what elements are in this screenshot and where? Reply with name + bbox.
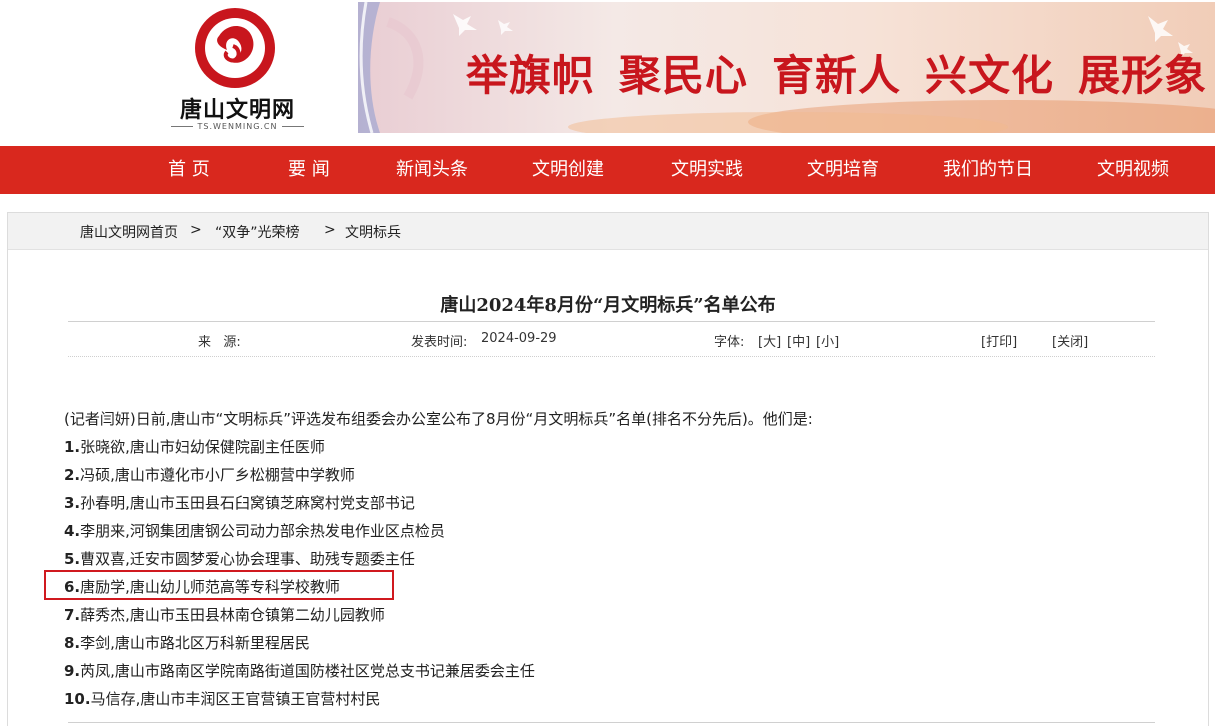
list-number: 1. [64,438,81,456]
list-number: 4. [64,522,81,540]
publish-label: 发表时间: [411,335,468,350]
breadcrumb-honor-roll-link[interactable]: “双争”光荣榜 [215,222,300,242]
nav-item-civilization-cultivation[interactable]: 文明培育 [807,146,879,194]
site-logo[interactable]: 唐山文明网 TS.WENMING.CN [165,6,310,136]
list-item: 1.张晓欲,唐山市妇幼保健院副主任医师 [64,433,1164,461]
article-intro: (记者闫妍)日前,唐山市“文明标兵”评选发布组委会办公室公布了8月份“月文明标兵… [64,410,813,428]
slogan-part: 兴文化 [925,51,1055,100]
list-item: 8.李剑,唐山市路北区万科新里程居民 [64,629,1164,657]
close-button[interactable]: [关闭] [1052,331,1088,350]
source-label: 来 源: [198,335,241,350]
nav-item-videos[interactable]: 文明视频 [1097,146,1169,194]
divider [68,321,1155,322]
main-nav: 首 页 要 闻 新闻头条 文明创建 文明实践 文明培育 我们的节日 文明视频 [0,146,1215,194]
list-number: 7. [64,606,81,624]
slogan-part: 展形象 [1078,51,1208,100]
list-item: 7.薛秀杰,唐山市玉田县林南仓镇第二幼儿园教师 [64,601,1164,629]
nav-item-headlines[interactable]: 新闻头条 [396,146,468,194]
article-container: 唐山文明网首页 > “双争”光荣榜 > 文明标兵 唐山2024年8月份“月文明标… [7,212,1209,726]
list-text: 冯硕,唐山市遵化市小厂乡松棚营中学教师 [80,466,355,484]
site-header: 唐山文明网 TS.WENMING.CN 举旗帜 聚民心 育新人 兴文化 展形象 [0,0,1215,146]
article-title: 唐山2024年8月份“月文明标兵”名单公布 [440,295,776,316]
list-text: 薛秀杰,唐山市玉田县林南仓镇第二幼儿园教师 [80,606,385,624]
list-text: 马信存,唐山市丰润区王官营镇王官营村村民 [90,690,381,708]
list-text: 李剑,唐山市路北区万科新里程居民 [80,634,310,652]
font-size-label: 字体: [714,335,745,350]
list-text: 曹双喜,迁安市圆梦爱心协会理事、助残专题委主任 [80,550,415,568]
font-large-button[interactable]: [大] [758,331,781,350]
nav-item-civilization-practice[interactable]: 文明实践 [671,146,743,194]
divider [68,356,1155,357]
list-item: 10.马信存,唐山市丰润区王官营镇王官营村村民 [64,685,1164,713]
breadcrumb-current[interactable]: 文明标兵 [345,222,401,242]
nav-item-our-festivals[interactable]: 我们的节日 [943,146,1033,194]
font-medium-button[interactable]: [中] [787,331,810,350]
list-item: 4.李朋来,河钢集团唐钢公司动力部余热发电作业区点检员 [64,517,1164,545]
breadcrumb-home-link[interactable]: 唐山文明网首页 [80,222,178,242]
list-item: 3.孙春明,唐山市玉田县石臼窝镇芝麻窝村党支部书记 [64,489,1164,517]
list-number: 2. [64,466,81,484]
list-text: 孙春明,唐山市玉田县石臼窝镇芝麻窝村党支部书记 [80,494,415,512]
publish-date: 2024-09-29 [481,331,557,346]
list-text: 李朋来,河钢集团唐钢公司动力部余热发电作业区点检员 [80,522,445,540]
breadcrumb-separator: > [324,222,336,238]
logo-subtitle: TS.WENMING.CN [165,122,310,131]
nav-item-news[interactable]: 要 闻 [288,146,330,194]
nav-item-home[interactable]: 首 页 [168,146,210,194]
print-button[interactable]: [打印] [981,331,1017,350]
header-banner: 举旗帜 聚民心 育新人 兴文化 展形象 [358,2,1215,133]
slogan-part: 举旗帜 [466,51,596,100]
list-item: 5.曹双喜,迁安市圆梦爱心协会理事、助残专题委主任 [64,545,1164,573]
logo-text: 唐山文明网 [179,97,295,123]
list-number: 5. [64,550,81,568]
divider [68,722,1155,723]
list-number: 9. [64,662,81,680]
nav-item-civilization-building[interactable]: 文明创建 [532,146,604,194]
banner-slogan: 举旗帜 聚民心 育新人 兴文化 展形象 [466,42,1215,103]
list-number: 10. [64,690,91,708]
font-small-button[interactable]: [小] [816,331,839,350]
list-text: 芮凤,唐山市路南区学院南路街道国防楼社区党总支书记兼居委会主任 [80,662,535,680]
slogan-part: 聚民心 [619,51,749,100]
list-item: 2.冯硕,唐山市遵化市小厂乡松棚营中学教师 [64,461,1164,489]
breadcrumb: 唐山文明网首页 > “双争”光荣榜 > 文明标兵 [8,213,1208,250]
breadcrumb-separator: > [190,222,202,238]
list-number: 3. [64,494,81,512]
slogan-part: 育新人 [772,51,902,100]
logo-emblem-icon [195,8,275,88]
list-text: 张晓欲,唐山市妇幼保健院副主任医师 [80,438,325,456]
highlight-box [44,570,394,600]
list-number: 8. [64,634,81,652]
article-body: (记者闫妍)日前,唐山市“文明标兵”评选发布组委会办公室公布了8月份“月文明标兵… [64,405,1164,713]
list-item: 9.芮凤,唐山市路南区学院南路街道国防楼社区党总支书记兼居委会主任 [64,657,1164,685]
